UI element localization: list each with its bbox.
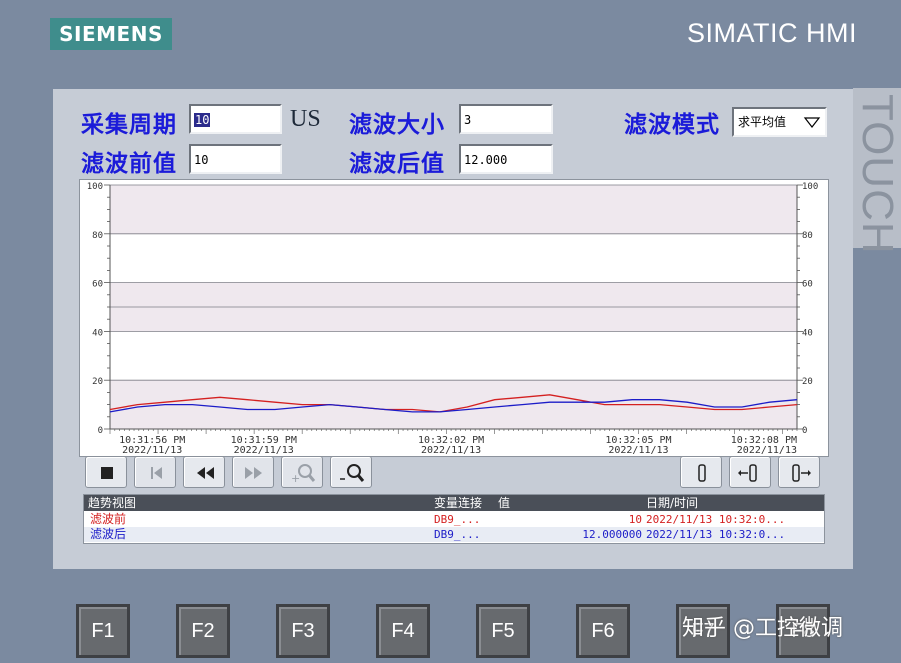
touch-label: TOUCH <box>853 88 901 255</box>
stop-icon <box>101 467 113 479</box>
header-value: 值 <box>498 496 511 510</box>
table-row[interactable]: 滤波后 DB9_... 12.000000 2022/11/13 10:32:0… <box>84 527 824 542</box>
skip-back-icon <box>151 467 162 479</box>
y-tick-label-left: 40 <box>92 328 103 338</box>
y-tick-label-right: 60 <box>802 280 813 290</box>
x-tick-label-date: 2022/11/13 <box>122 445 182 456</box>
filter-size-label: 滤波大小 <box>349 112 445 138</box>
zoom-in-button[interactable]: + <box>281 456 323 488</box>
x-tick-label-date: 2022/11/13 <box>737 445 797 456</box>
before-filter-label: 滤波前值 <box>81 151 177 177</box>
sample-period-input[interactable]: 10 <box>189 104 282 134</box>
x-tick-label-date: 2022/11/13 <box>421 445 481 456</box>
header-trend-view: 趋势视图 <box>88 496 137 510</box>
row-name: 滤波后 <box>90 527 127 541</box>
hmi-screen: 采集周期 10 US 滤波大小 3 滤波模式 求平均值 滤波前值 10 滤波后值… <box>53 89 853 569</box>
sample-period-unit: US <box>290 106 321 132</box>
f5-key[interactable]: F5 <box>476 604 530 658</box>
ruler-back-button[interactable] <box>729 456 771 488</box>
f4-key[interactable]: F4 <box>376 604 430 658</box>
fast-forward-icon <box>245 467 262 479</box>
stop-button[interactable] <box>85 456 127 488</box>
sample-period-value: 10 <box>194 113 211 127</box>
y-tick-label-right: 0 <box>802 426 807 436</box>
ruler-left-icon <box>738 464 757 482</box>
y-tick-label-left: 100 <box>87 182 103 192</box>
row-name: 滤波前 <box>90 512 127 526</box>
band-shade <box>110 380 797 429</box>
header-tag-connection: 变量连接 <box>434 496 483 510</box>
table-row[interactable]: 滤波前 DB9_... 10 2022/11/13 10:32:0... <box>84 512 824 527</box>
y-tick-label-left: 60 <box>92 280 103 290</box>
trend-chart: 100 10080 8060 6040 4020 200 010:31:56 PM2022/… <box>87 182 819 456</box>
f2-key[interactable]: F2 <box>176 604 230 658</box>
siemens-logo: SIEMENS <box>50 18 172 50</box>
x-tick-label-date: 2022/11/13 <box>234 445 294 456</box>
ruler-icon <box>698 464 706 482</box>
row-datetime: 2022/11/13 10:32:0... <box>646 528 786 541</box>
y-tick-label-right: 40 <box>802 328 813 338</box>
after-filter-label: 滤波后值 <box>349 151 445 177</box>
before-filter-value: 10 <box>189 144 282 174</box>
band-shade <box>110 307 797 332</box>
row-link: DB9_... <box>434 513 481 526</box>
sample-period-label: 采集周期 <box>81 112 177 138</box>
ruler-right-icon <box>792 464 811 482</box>
x-tick-label-date: 2022/11/13 <box>608 445 668 456</box>
filter-mode-label: 滤波模式 <box>624 112 720 138</box>
zoom-in-icon: + <box>291 464 316 485</box>
band-shade <box>110 185 797 234</box>
rewind-button[interactable] <box>183 456 225 488</box>
row-datetime: 2022/11/13 10:32:0... <box>646 513 786 526</box>
trend-view[interactable]: 100 100 80 80 60 60 40 40 20 20 0 0 10:31:56 PM 2022/… <box>79 179 829 457</box>
y-tick-label-left: 0 <box>98 426 103 436</box>
header-datetime: 日期/时间 <box>646 496 699 510</box>
chevron-down-icon <box>803 117 821 128</box>
y-tick-label-right: 20 <box>802 377 813 387</box>
ruler-button[interactable] <box>680 456 722 488</box>
trend-value-table[interactable]: 趋势视图 变量连接 值 日期/时间 滤波前 DB9_... 10 2022/11… <box>83 494 825 544</box>
after-filter-value: 12.000 <box>459 144 553 174</box>
row-value: 12.000000 <box>582 528 642 541</box>
table-header: 趋势视图 变量连接 值 日期/时间 <box>84 495 824 511</box>
zoom-out-icon <box>340 464 365 482</box>
f6-key[interactable]: F6 <box>576 604 630 658</box>
y-tick-label-right: 100 <box>802 182 818 192</box>
y-tick-label-right: 80 <box>802 231 813 241</box>
touch-text: TOUCH <box>853 94 901 255</box>
simatic-hmi-brand: SIMATIC HMI <box>687 18 857 48</box>
forward-button[interactable] <box>232 456 274 488</box>
row-value: 10 <box>628 513 642 526</box>
y-tick-label-left: 20 <box>92 377 103 387</box>
row-link: DB9_... <box>434 528 481 541</box>
y-tick-label-left: 80 <box>92 231 103 241</box>
first-button[interactable] <box>134 456 176 488</box>
rewind-icon <box>197 467 214 479</box>
f3-key[interactable]: F3 <box>276 604 330 658</box>
filter-mode-value: 求平均值 <box>738 115 787 129</box>
filter-mode-select[interactable]: 求平均值 <box>732 107 827 137</box>
filter-size-input[interactable]: 3 <box>459 104 553 134</box>
band-shade <box>110 282 797 307</box>
zoom-out-button[interactable] <box>330 456 372 488</box>
f1-key[interactable]: F1 <box>76 604 130 658</box>
svg-text:+: + <box>291 472 300 485</box>
watermark: 知乎 @工控微调 <box>682 616 843 641</box>
ruler-forward-button[interactable] <box>778 456 820 488</box>
